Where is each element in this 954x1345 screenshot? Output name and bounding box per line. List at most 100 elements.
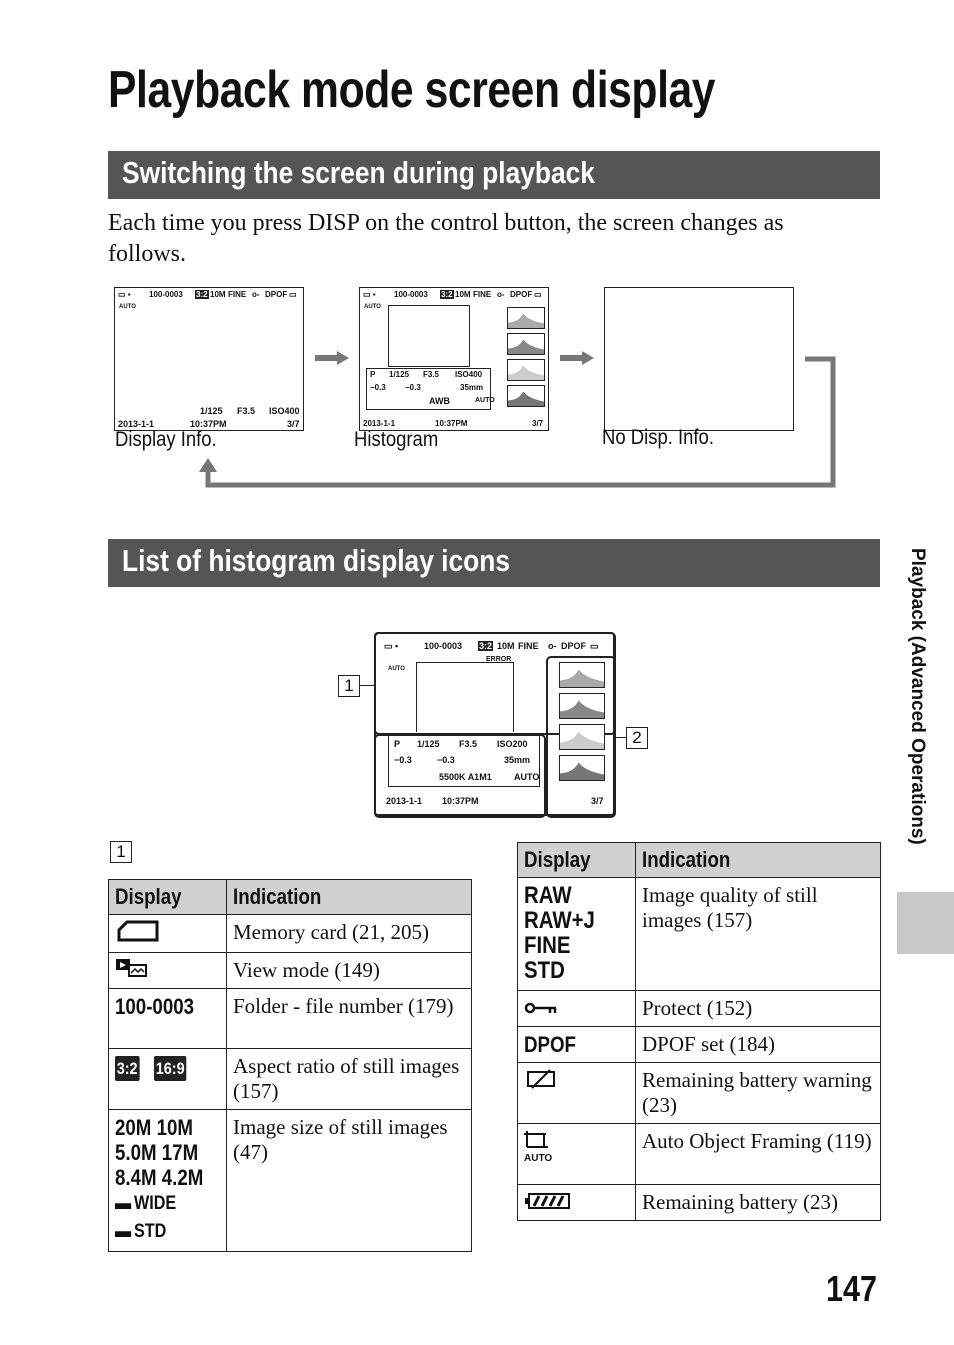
table-row: Remaining battery warning (23)	[517, 1062, 881, 1124]
time: 10:37PM	[442, 796, 479, 806]
image-size: 10M	[497, 641, 515, 651]
aspect-3-2-icon: 3:2	[115, 1056, 140, 1081]
side-tab: Playback (Advanced Operations)	[888, 548, 928, 878]
aspect-16-9-icon: 16:9	[153, 1056, 186, 1081]
page-title: Playback mode screen display	[108, 61, 716, 119]
memory-card-icon: ▭ ▪	[363, 290, 376, 299]
header-text: Indication	[233, 884, 322, 909]
indication: Image quality of still images (157)	[635, 877, 881, 991]
indication: Aspect ratio of still images (157)	[226, 1048, 472, 1110]
table-row: RAW RAW+J FINE STD Image quality of stil…	[517, 877, 881, 991]
memory-card-icon	[117, 920, 159, 942]
table-row: DPOF DPOF set (184)	[517, 1026, 881, 1063]
memory-card-icon: ▭ ▪	[118, 290, 131, 299]
folder-number-text: 100-0003	[115, 994, 195, 1019]
dpof: DPOF	[510, 290, 533, 299]
auto-framing-icon	[524, 1131, 548, 1148]
focal-length: 35mm	[504, 755, 531, 765]
date: 2013-1-1	[386, 796, 423, 806]
iso: ISO200	[497, 739, 528, 749]
panorama-icon: ▬	[115, 1221, 132, 1242]
quality: FINE	[518, 641, 539, 651]
side-tab-text: Playback (Advanced Operations)	[907, 548, 928, 845]
col-header-indication: Indication	[635, 842, 881, 878]
body-text: Each time you press DISP on the control …	[108, 210, 784, 267]
page-number: 147	[826, 1268, 878, 1309]
aspect-ratio: 3:2	[440, 290, 454, 299]
indication: View mode (149)	[226, 952, 472, 989]
indication: Remaining battery (23)	[635, 1184, 881, 1221]
table-region-2: Display Indication RAW RAW+J FINE STD Ima…	[517, 842, 881, 1221]
folder-number: 100-0003	[394, 290, 428, 299]
header-text: Display	[115, 884, 182, 909]
panorama-std-text: STD	[134, 1221, 167, 1242]
quality: FINE	[473, 290, 492, 299]
quality-raw-j: RAW+J	[524, 907, 595, 934]
table-row: Remaining battery (23)	[517, 1184, 881, 1221]
table-row: Protect (152)	[517, 990, 881, 1027]
table-1-label: 1	[110, 841, 132, 863]
shutter: 1/125	[417, 739, 440, 749]
histogram-red	[559, 693, 605, 719]
indication: DPOF set (184)	[635, 1026, 881, 1063]
size-text: 8.4M 4.2M	[115, 1165, 204, 1190]
section-heading-text: List of histogram display icons	[122, 543, 510, 578]
battery-icon: ▭	[289, 290, 297, 299]
dpof: DPOF	[561, 641, 587, 651]
table-row: 3:2 16:9 Aspect ratio of still images (157…	[108, 1048, 472, 1110]
auto-framing-icon: AUTO	[388, 666, 405, 672]
count: 3/7	[591, 796, 604, 806]
callout-line	[614, 737, 626, 738]
loop-arrow-icon	[199, 356, 836, 488]
mode: P	[394, 739, 401, 749]
folder-number: 100-0003	[149, 290, 183, 299]
header-text: Display	[524, 847, 591, 872]
quality: FINE	[228, 290, 247, 299]
indication: Auto Object Framing (119)	[635, 1123, 881, 1185]
table-row: 20M 10M 5.0M 17M 8.4M 4.2M ▬ WIDE ▬ STD Im…	[108, 1109, 472, 1252]
dro: AUTO	[514, 772, 540, 782]
table-row: Memory card (21, 205)	[108, 914, 472, 953]
auto-framing-icon: AUTO	[364, 304, 381, 310]
aspect-ratio: 3:2	[195, 290, 209, 299]
callout-2: 2	[626, 727, 648, 749]
table-region-1: Display Indication Memory card (21, 205) …	[108, 879, 472, 1252]
image-size: 10M	[210, 290, 226, 299]
battery-icon	[525, 1193, 570, 1209]
histogram-luminance	[507, 307, 545, 329]
indication: Protect (152)	[635, 990, 881, 1027]
folder-number: 100-0003	[424, 641, 463, 651]
protect-icon: o-	[548, 641, 557, 651]
table-row: AUTO Auto Object Framing (119)	[517, 1123, 881, 1185]
col-header-display: Display	[108, 879, 227, 915]
header-text: Indication	[642, 847, 731, 872]
size-text: 20M 10M	[115, 1115, 193, 1140]
image-size: 10M	[455, 290, 471, 299]
aperture: F3.5	[459, 739, 478, 749]
quality-std: STD	[524, 957, 565, 984]
panorama-icon: ▬	[115, 1193, 132, 1214]
callout-line	[360, 685, 374, 686]
battery-icon: ▭	[590, 641, 599, 651]
indication: Memory card (21, 205)	[226, 914, 472, 953]
auto-text: AUTO	[524, 1153, 553, 1164]
shooting-info-box: P 1/125 F3.5 ISO200 −0.3 −0.3 35mm 5500K…	[388, 735, 540, 787]
section-heading-icons: List of histogram display icons	[108, 539, 880, 587]
dpof-text: DPOF	[524, 1032, 576, 1057]
protect-icon: o-	[497, 290, 505, 299]
battery-icon: ▭	[534, 290, 542, 299]
size-text: 5.0M 17M	[115, 1140, 199, 1165]
col-header-display: Display	[517, 842, 636, 878]
dpof: DPOF	[265, 290, 288, 299]
section-heading-text: Switching the screen during playback	[122, 155, 595, 190]
indication: Folder - file number (179)	[226, 988, 472, 1049]
panorama-wide-text: WIDE	[134, 1193, 177, 1214]
quality-raw: RAW	[524, 882, 572, 909]
histogram-luminance	[559, 662, 605, 688]
section-heading-switching: Switching the screen during playback	[108, 151, 880, 199]
histogram-blue	[559, 755, 605, 781]
indication: Remaining battery warning (23)	[635, 1062, 881, 1124]
quality-fine: FINE	[524, 932, 571, 959]
aspect-ratio: 3:2	[478, 641, 494, 651]
table-row: View mode (149)	[108, 952, 472, 989]
